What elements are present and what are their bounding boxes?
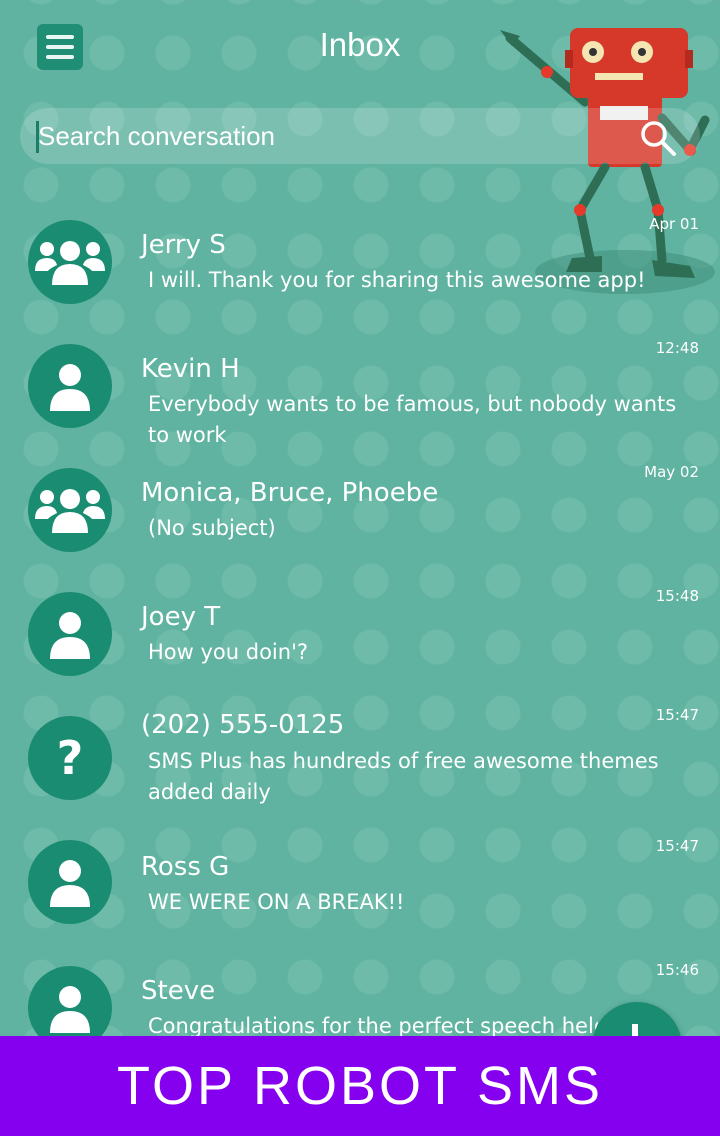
message-preview: How you doin'? [148, 640, 308, 664]
conversation-row[interactable]: ? (202) 555-0125 SMS Plus has hundreds o… [0, 696, 720, 836]
contact-name: (202) 555-0125 [141, 710, 345, 740]
contact-name: Monica, Bruce, Phoebe [141, 478, 439, 508]
timestamp: 15:48 [655, 587, 699, 605]
search-input[interactable] [38, 116, 598, 156]
person-icon [28, 592, 112, 676]
contact-name: Jerry S [141, 230, 226, 260]
promo-banner: TOP ROBOT SMS [0, 1036, 720, 1136]
timestamp: 15:47 [655, 706, 699, 724]
contact-name: Steve [141, 976, 216, 1006]
conversation-row[interactable]: Kevin H Everybody wants to be famous, bu… [0, 324, 720, 448]
search-icon[interactable] [638, 118, 678, 158]
contact-name: Ross G [141, 852, 230, 882]
conversation-row[interactable]: Jerry S I will. Thank you for sharing th… [0, 200, 720, 324]
message-preview: Everybody wants to be famous, but nobody… [148, 392, 677, 447]
message-preview: I will. Thank you for sharing this aweso… [148, 268, 646, 292]
contact-name: Kevin H [141, 354, 240, 384]
timestamp: 12:48 [655, 339, 699, 357]
conversation-row[interactable]: Ross G WE WERE ON A BREAK!! 15:47 [0, 837, 720, 964]
message-preview: WE WERE ON A BREAK!! [148, 890, 405, 914]
conversation-row[interactable]: Monica, Bruce, Phoebe (No subject) May 0… [0, 448, 720, 572]
search-bar[interactable] [20, 108, 700, 164]
group-icon [28, 220, 112, 304]
person-icon [28, 840, 112, 924]
message-preview: Congratulations for the perfect speech h… [148, 1014, 598, 1036]
timestamp: 15:46 [655, 964, 699, 979]
timestamp: May 02 [644, 463, 699, 481]
message-preview: SMS Plus has hundreds of free awesome th… [148, 749, 659, 804]
person-icon [28, 344, 112, 428]
contact-name: Joey T [141, 602, 221, 632]
conversation-row[interactable]: Joey T How you doin'? 15:48 [0, 572, 720, 696]
message-preview: (No subject) [148, 516, 276, 540]
timestamp: 15:47 [655, 837, 699, 855]
group-icon [28, 468, 112, 552]
timestamp: Apr 01 [649, 215, 699, 233]
person-icon [28, 966, 112, 1036]
unknown-contact-icon: ? [28, 716, 112, 800]
